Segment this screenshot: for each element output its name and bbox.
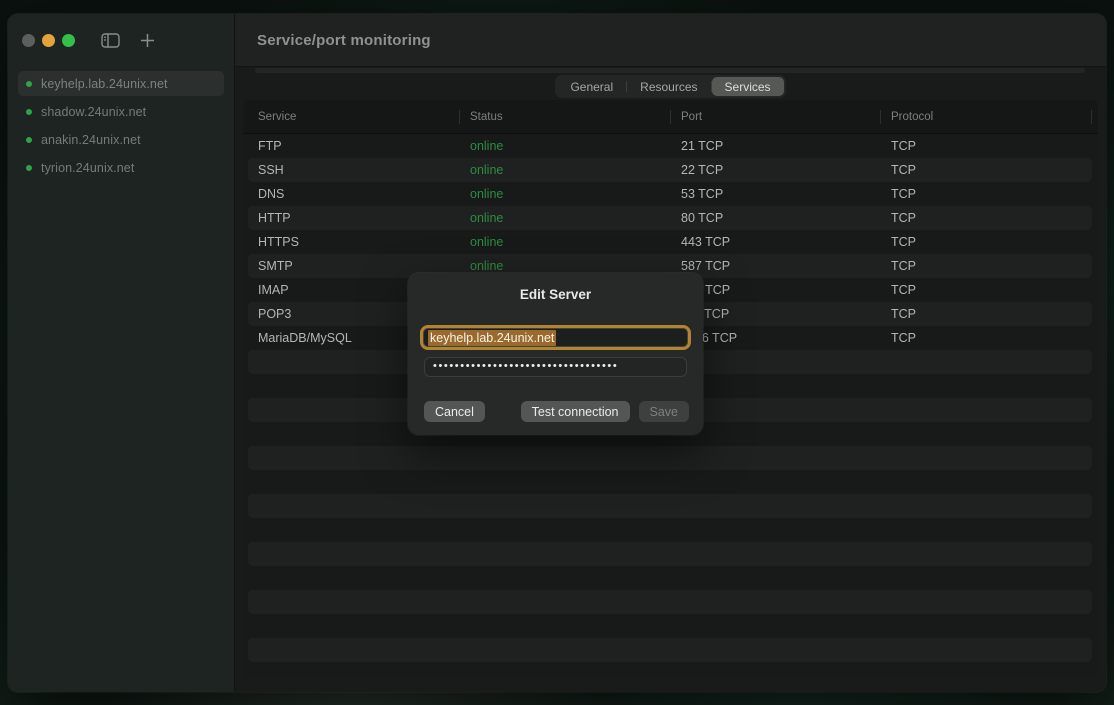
cell-status: online — [464, 235, 675, 249]
tab-bar: GeneralResourcesServices — [555, 75, 785, 98]
table-row-empty[interactable] — [248, 662, 1092, 678]
column-header-protocol[interactable]: Protocol — [880, 111, 1098, 123]
traffic-lights — [22, 34, 75, 47]
server-label: tyrion.24unix.net — [41, 161, 134, 175]
cell-port: 3306 TCP — [675, 331, 885, 345]
server-list: keyhelp.lab.24unix.net shadow.24unix.net a… — [8, 67, 234, 187]
password-mask: •••••••••••••••••••••••••••••••••• — [433, 360, 618, 372]
server-status-icon — [26, 165, 32, 171]
cell-port: 143 TCP — [675, 283, 885, 297]
cell-service: HTTP — [248, 211, 464, 225]
hostname-field[interactable]: keyhelp.lab.24unix.net — [420, 325, 691, 350]
cell-status: online — [464, 211, 675, 225]
sidebar-item-server[interactable]: keyhelp.lab.24unix.net — [18, 71, 224, 96]
password-field[interactable]: •••••••••••••••••••••••••••••••••• — [424, 357, 687, 377]
cell-port: 53 TCP — [675, 187, 885, 201]
tab-general[interactable]: General — [557, 77, 626, 96]
column-divider — [670, 110, 671, 124]
save-button[interactable]: Save — [639, 401, 690, 422]
table-row-empty[interactable] — [248, 518, 1092, 542]
cell-protocol: TCP — [885, 187, 1092, 201]
cancel-button[interactable]: Cancel — [424, 401, 485, 422]
cell-port: 110 TCP — [675, 307, 885, 321]
server-label: anakin.24unix.net — [41, 133, 141, 147]
main-titlebar: Service/port monitoring — [235, 14, 1106, 67]
server-status-icon — [26, 109, 32, 115]
cell-protocol: TCP — [885, 211, 1092, 225]
tab-resources[interactable]: Resources — [627, 77, 710, 96]
cell-service: DNS — [248, 187, 464, 201]
table-row[interactable]: SSHonline22 TCPTCP — [248, 158, 1092, 182]
sidebar-toggle-icon[interactable] — [101, 33, 120, 48]
cell-port: 22 TCP — [675, 163, 885, 177]
table-row[interactable]: DNSonline53 TCPTCP — [248, 182, 1092, 206]
cell-protocol: TCP — [885, 139, 1092, 153]
table-row-empty[interactable] — [248, 542, 1092, 566]
cell-service: FTP — [248, 139, 464, 153]
zoom-button[interactable] — [62, 34, 75, 47]
table-row[interactable]: HTTPSonline443 TCPTCP — [248, 230, 1092, 254]
column-divider — [880, 110, 881, 124]
cell-protocol: TCP — [885, 259, 1092, 273]
close-button[interactable] — [22, 34, 35, 47]
edit-server-dialog: Edit Server keyhelp.lab.24unix.net •••••… — [408, 273, 703, 435]
cell-protocol: TCP — [885, 331, 1092, 345]
table-row-empty[interactable] — [248, 494, 1092, 518]
cell-port: 443 TCP — [675, 235, 885, 249]
column-header-port[interactable]: Port — [670, 111, 880, 123]
server-status-icon — [26, 137, 32, 143]
app-window: keyhelp.lab.24unix.net shadow.24unix.net a… — [8, 14, 1106, 692]
cell-protocol: TCP — [885, 163, 1092, 177]
table-header: ServiceStatusPortProtocol — [243, 100, 1098, 134]
table-row-empty[interactable] — [248, 638, 1092, 662]
cell-port: 587 TCP — [675, 259, 885, 273]
cell-status: online — [464, 259, 675, 273]
server-label: keyhelp.lab.24unix.net — [41, 77, 168, 91]
sidebar-item-server[interactable]: anakin.24unix.net — [18, 127, 224, 152]
cell-service: SMTP — [248, 259, 464, 273]
hostname-value: keyhelp.lab.24unix.net — [428, 330, 556, 346]
sidebar-item-server[interactable]: tyrion.24unix.net — [18, 155, 224, 180]
table-row-empty[interactable] — [248, 566, 1092, 590]
table-row-empty[interactable] — [248, 470, 1092, 494]
cell-port: 80 TCP — [675, 211, 885, 225]
add-server-button[interactable] — [140, 33, 155, 48]
page-title: Service/port monitoring — [257, 32, 431, 49]
table-row-empty[interactable] — [248, 614, 1092, 638]
dialog-buttons: Cancel Test connection Save — [424, 401, 689, 422]
table-row-empty[interactable] — [248, 446, 1092, 470]
cell-status: online — [464, 139, 675, 153]
cell-protocol: TCP — [885, 283, 1092, 297]
sidebar-item-server[interactable]: shadow.24unix.net — [18, 99, 224, 124]
cell-protocol: TCP — [885, 307, 1092, 321]
scroll-edge — [255, 68, 1085, 73]
test-connection-button[interactable]: Test connection — [521, 401, 630, 422]
server-status-icon — [26, 81, 32, 87]
dialog-title: Edit Server — [408, 287, 703, 302]
column-header-service[interactable]: Service — [243, 111, 459, 123]
minimize-button[interactable] — [42, 34, 55, 47]
column-header-status[interactable]: Status — [459, 111, 670, 123]
cell-service: SSH — [248, 163, 464, 177]
column-divider — [1091, 110, 1092, 124]
cell-status: online — [464, 163, 675, 177]
table-row[interactable]: HTTPonline80 TCPTCP — [248, 206, 1092, 230]
server-label: shadow.24unix.net — [41, 105, 146, 119]
cell-service: HTTPS — [248, 235, 464, 249]
column-divider — [459, 110, 460, 124]
sidebar: keyhelp.lab.24unix.net shadow.24unix.net a… — [8, 14, 235, 692]
cell-port: 21 TCP — [675, 139, 885, 153]
cell-status: online — [464, 187, 675, 201]
tab-services[interactable]: Services — [712, 77, 784, 96]
cell-protocol: TCP — [885, 235, 1092, 249]
sidebar-titlebar — [8, 14, 234, 67]
table-row-empty[interactable] — [248, 590, 1092, 614]
table-row[interactable]: FTPonline21 TCPTCP — [248, 134, 1092, 158]
